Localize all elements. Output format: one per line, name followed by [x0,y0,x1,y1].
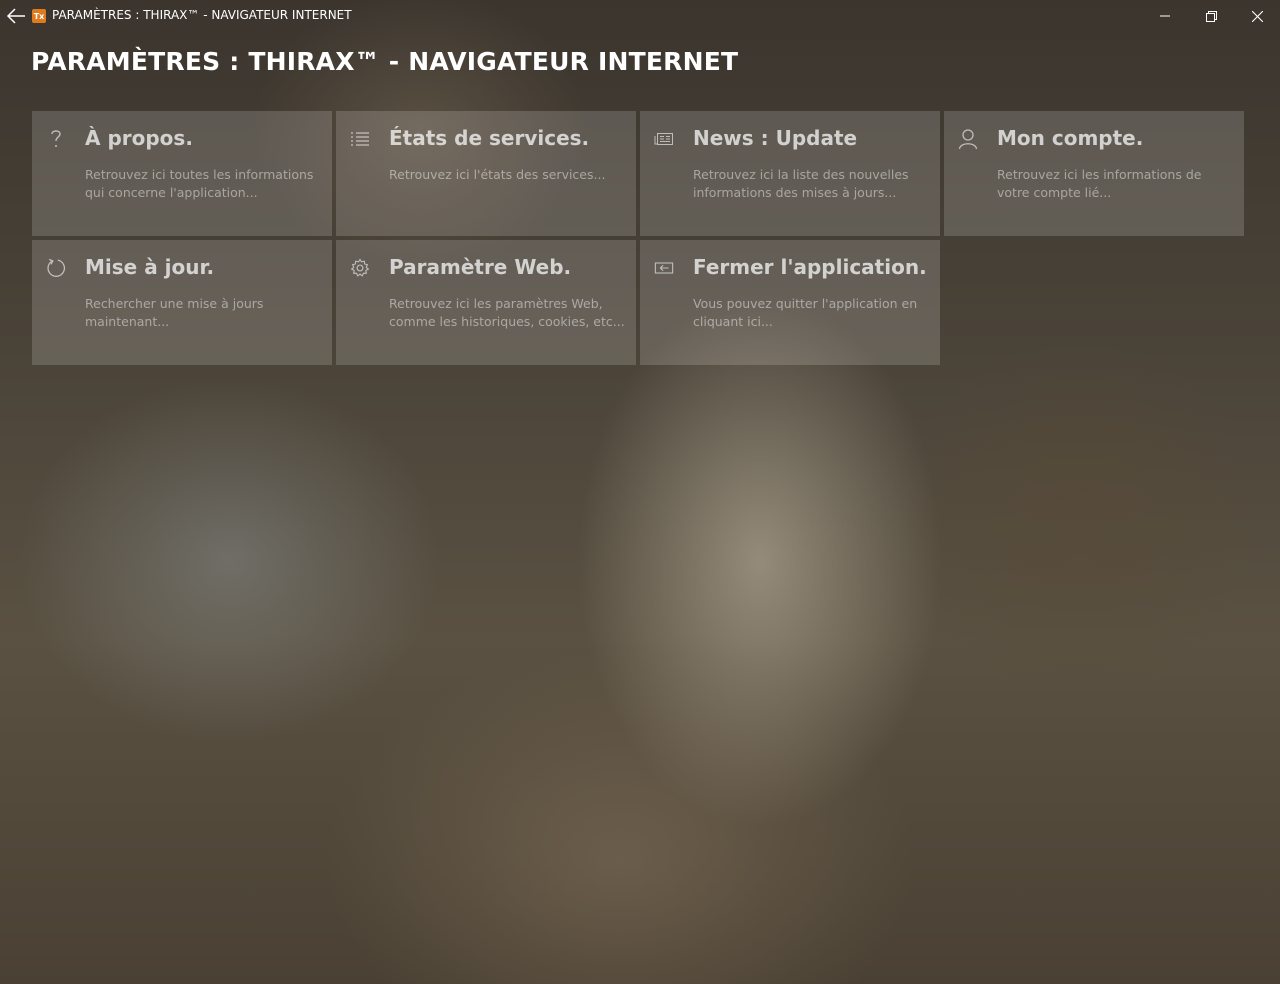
close-button[interactable] [1234,0,1280,32]
gear-icon [350,258,370,278]
tile-description: Retrouvez ici les informations de votre … [997,167,1202,200]
restore-icon [1205,10,1217,22]
question-mark-icon [46,129,66,149]
restore-button[interactable] [1188,0,1234,32]
window-title: PARAMÈTRES : THIRAX™ - NAVIGATEUR INTERN… [52,8,352,22]
tile-about[interactable]: À propos. Retrouvez ici toutes les infor… [32,111,332,236]
arrow-left-icon [6,8,25,24]
tile-close-app[interactable]: Fermer l'application. Vous pouvez quitte… [640,240,940,365]
tile-title: Paramètre Web. [389,255,572,279]
tile-web-settings[interactable]: Paramètre Web. Retrouvez ici les paramèt… [336,240,636,365]
tile-title: Mon compte. [997,126,1144,150]
tile-title: À propos. [85,126,193,150]
minimize-button[interactable] [1142,0,1188,32]
tile-description: Retrouvez ici la liste des nouvelles inf… [693,167,909,200]
tile-description: Vous pouvez quitter l'application en cli… [693,296,918,329]
exit-icon [654,258,674,278]
tile-description: Retrouvez ici toutes les informations qu… [85,167,314,200]
tile-title: Fermer l'application. [693,255,927,279]
page-title: PARAMÈTRES : THIRAX™ - NAVIGATEUR INTERN… [31,47,739,76]
person-icon [958,129,978,150]
tile-update[interactable]: Mise à jour. Rechercher une mise à jours… [32,240,332,365]
tile-title: Mise à jour. [85,255,215,279]
tile-description: Retrouvez ici l'états des services... [389,167,606,182]
title-bar: Tx PARAMÈTRES : THIRAX™ - NAVIGATEUR INT… [0,0,1280,32]
tile-news-update[interactable]: News : Update Retrouvez ici la liste des… [640,111,940,236]
tile-description: Retrouvez ici les paramètres Web, comme … [389,296,625,329]
tile-title: News : Update [693,126,858,150]
news-icon [654,129,674,149]
tile-services-status[interactable]: États de services. Retrouvez ici l'états… [336,111,636,236]
back-button[interactable] [0,0,32,32]
close-icon [1251,10,1263,22]
tile-title: États de services. [389,126,590,150]
minimize-icon [1160,15,1170,17]
tile-my-account[interactable]: Mon compte. Retrouvez ici les informatio… [944,111,1244,236]
list-icon [350,129,370,149]
refresh-icon [46,258,66,278]
app-logo-icon: Tx [32,9,46,23]
tile-description: Rechercher une mise à jours maintenant..… [85,296,264,329]
